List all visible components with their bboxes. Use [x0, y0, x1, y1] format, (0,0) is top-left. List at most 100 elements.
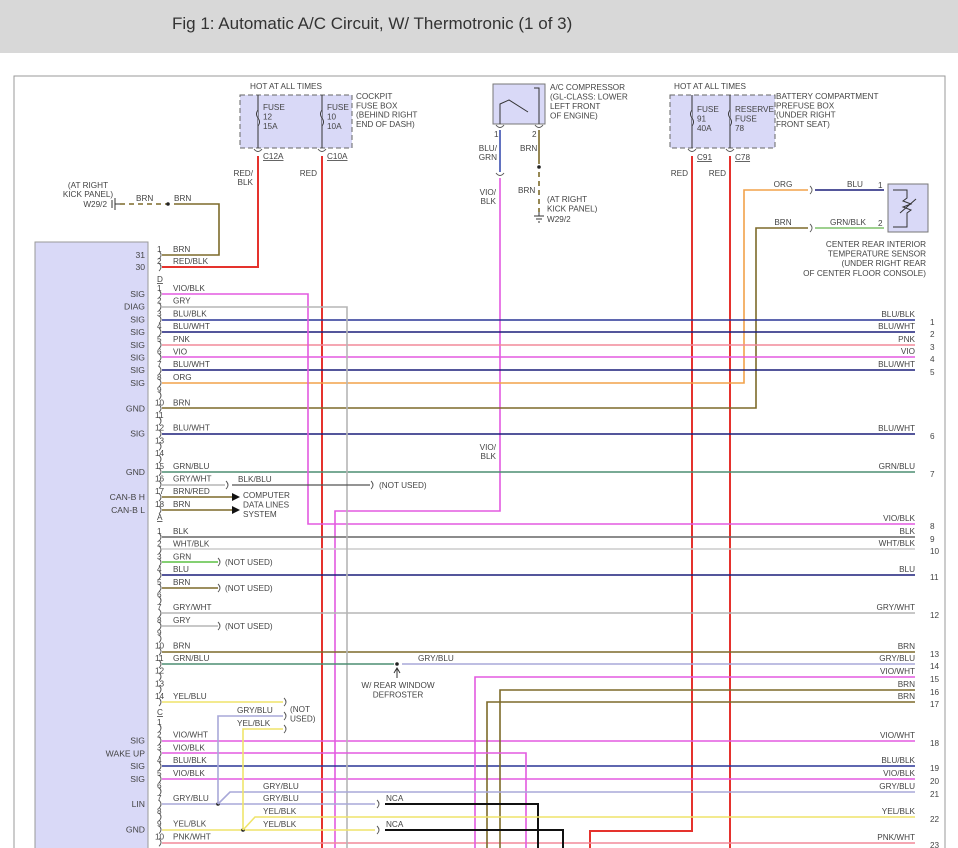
- pin-wire-label: VIO/BLK: [173, 284, 205, 293]
- pin-wire-label: BLU: [173, 565, 189, 574]
- output-number: 9: [930, 535, 935, 544]
- vio-blk-label: BLK: [481, 197, 497, 206]
- grn-blk-label: GRN/BLK: [830, 218, 866, 227]
- pin-number: 10: [155, 641, 165, 650]
- pin-number: 9: [157, 629, 162, 638]
- ground-w29-label: W29/2: [547, 215, 571, 224]
- output-wire-label: VIO: [901, 347, 915, 356]
- computer-data-lines-label: COMPUTER: [243, 491, 290, 500]
- brn-ground-wire: [162, 203, 220, 256]
- pin-number: 9: [157, 386, 162, 395]
- yel-blk-label: YEL/BLK: [263, 807, 297, 816]
- output-wire-label: BRN: [898, 642, 915, 651]
- pin-wire-label: GRY: [173, 616, 191, 625]
- temperature-sensor-box: [887, 183, 929, 233]
- pin-wire-label: BRN: [173, 641, 190, 650]
- pin-wire-label: BRN: [173, 245, 190, 254]
- output-wire-label: VIO/WHT: [880, 731, 915, 740]
- nca-wire-2: [385, 829, 564, 848]
- pin-number: 8: [157, 616, 162, 625]
- pin-function-label: SIG: [130, 774, 145, 784]
- compressor-pin-2: 2: [532, 130, 537, 139]
- wire-end-icon: [225, 480, 229, 490]
- pin-number: 12: [155, 667, 165, 676]
- output-number: 18: [930, 739, 940, 748]
- connector-C-label: C: [157, 708, 163, 717]
- battery-compartment-label: PREFUSE BOX: [776, 101, 835, 110]
- pin-wire-label: PNK: [173, 335, 190, 344]
- pin-number: 14: [155, 449, 165, 458]
- output-wire-label: VIO/WHT: [880, 667, 915, 676]
- pin-wire-label: BRN/RED: [173, 487, 210, 496]
- pin-function-label: SIG: [130, 289, 145, 299]
- fuse-10-label: FUSE: [327, 103, 349, 112]
- output-wire-label: GRN/BLU: [879, 462, 915, 471]
- kick-panel-label: (AT RIGHT: [68, 181, 108, 190]
- pin-number: 3: [157, 743, 162, 752]
- splice-icon: [537, 165, 541, 169]
- output-number: 3: [930, 343, 935, 352]
- brn-label: BRN: [136, 194, 153, 203]
- pin-function-label: 31: [135, 250, 145, 260]
- not-used-label: (NOT USED): [225, 584, 273, 593]
- not-used-label: (NOT USED): [225, 622, 273, 631]
- pin-function-label: GND: [126, 467, 145, 477]
- pin-number: 5: [157, 335, 162, 344]
- blu-grn-label: BLU/: [479, 144, 498, 153]
- pin-number: 1: [157, 718, 162, 727]
- yel-blk-wire-22: [242, 816, 915, 831]
- cockpit-fuse-box-label: FUSE BOX: [356, 101, 398, 110]
- splice-icon: [166, 202, 170, 206]
- pin-wire-label: BLK: [173, 527, 189, 536]
- output-wire-label: YEL/BLK: [882, 807, 916, 816]
- cockpit-fuse-box-label: COCKPIT: [356, 92, 392, 101]
- output-wire-label: BLU/WHT: [878, 360, 915, 369]
- pin-wire-label: VIO/WHT: [173, 731, 208, 740]
- pin-function-label: SIG: [130, 378, 145, 388]
- wiring-diagram: HOT AT ALL TIMES COCKPITFUSE BOX(BEHIND R…: [13, 75, 946, 848]
- pin-function-label: LIN: [132, 799, 145, 809]
- wire-end-icon: [283, 711, 287, 721]
- gry-blu-label: GRY/BLU: [418, 654, 454, 663]
- nca-wire-1: [385, 803, 539, 848]
- computer-data-lines-label: SYSTEM: [243, 510, 277, 519]
- pin-number: 9: [157, 820, 162, 829]
- pin-number: 5: [157, 578, 162, 587]
- connector-c10a-label: C10A: [327, 152, 348, 161]
- pin-function-label: GND: [126, 825, 145, 835]
- output-wire-label: BRN: [898, 692, 915, 701]
- pin-wire-label: GRN/BLU: [173, 654, 209, 663]
- pin-number: 3: [157, 309, 162, 318]
- nca-label: NCA: [386, 820, 404, 829]
- output-number: 8: [930, 522, 935, 531]
- pin-number: 15: [155, 462, 165, 471]
- fuse-12-label: 15A: [263, 122, 278, 131]
- rear-window-defroster-label: DEFROSTER: [373, 691, 424, 700]
- pin-function-label: DIAG: [124, 302, 145, 312]
- ac-compressor-label: A/C COMPRESSOR: [550, 83, 625, 92]
- output-number: 5: [930, 368, 935, 377]
- output-number: 1: [930, 318, 935, 327]
- output-wire-label: VIO/BLK: [883, 769, 915, 778]
- fuse-91-label: FUSE: [697, 105, 719, 114]
- output-wire-label: BLU/BLK: [881, 310, 915, 319]
- arrow-up-icon: [393, 667, 401, 678]
- kick-panel-label: KICK PANEL): [547, 205, 598, 214]
- fuse-12-label: FUSE: [263, 103, 285, 112]
- pin-wire-label: VIO/BLK: [173, 769, 205, 778]
- wire-end-icon: [370, 480, 374, 490]
- vio-blk-wire-8: [162, 293, 915, 525]
- temperature-sensor-label: CENTER REAR INTERIOR: [826, 240, 926, 249]
- pin-function-label: GND: [126, 403, 145, 413]
- output-number: 22: [930, 815, 940, 824]
- pin-number: 10: [155, 398, 165, 407]
- output-number: 7: [930, 470, 935, 479]
- pin-number: 14: [155, 692, 165, 701]
- pin-function-label: SIG: [130, 429, 145, 439]
- temperature-sensor-label: (UNDER RIGHT REAR: [842, 259, 927, 268]
- output-number: 16: [930, 688, 940, 697]
- pin-number: 13: [155, 436, 165, 445]
- pin-wire-label: GRY/BLU: [173, 794, 209, 803]
- pin-wire-label: BRN: [173, 500, 190, 509]
- reserve-fuse-label: 78: [735, 124, 745, 133]
